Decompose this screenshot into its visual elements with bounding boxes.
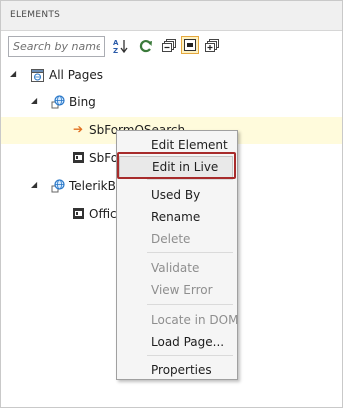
menu-item-label: Delete <box>151 232 191 246</box>
refresh-icon[interactable] <box>138 38 154 54</box>
element-icon <box>73 208 86 221</box>
pages-icon <box>31 69 44 82</box>
tree-label-element-office: Offic <box>89 207 117 221</box>
globe-icon <box>51 95 65 109</box>
menu-item-label: Rename <box>151 210 201 224</box>
menu-item-label: Edit in Live <box>152 160 219 174</box>
panel-header: ELEMENTS <box>1 1 342 31</box>
tree-node-all-pages[interactable]: ◢ All Pages <box>1 62 342 89</box>
arrow-right-icon: ➔ <box>73 122 84 136</box>
collapse-all-icon[interactable] <box>161 38 177 54</box>
menu-separator <box>147 304 233 305</box>
element-icon <box>73 152 86 165</box>
tree-label-all-pages: All Pages <box>49 68 103 82</box>
menu-separator <box>147 355 233 356</box>
toolbar: A Z <box>1 31 342 61</box>
menu-item-label: Used By <box>151 188 201 202</box>
menu-item-used-by[interactable]: Used By <box>117 184 237 206</box>
menu-item-label: Edit Element <box>151 138 228 152</box>
menu-item-label: Properties <box>151 363 212 377</box>
menu-item-edit-element[interactable]: Edit Element <box>117 134 237 156</box>
tree-label-bing: Bing <box>69 95 96 109</box>
globe-icon <box>51 179 65 193</box>
collapse-triangle-icon[interactable]: ◢ <box>10 69 16 78</box>
menu-item-properties[interactable]: Properties <box>117 359 237 381</box>
svg-text:A: A <box>113 39 119 47</box>
toggle-view-icon[interactable] <box>181 36 199 54</box>
tree-node-bing[interactable]: ◢ Bing <box>1 89 342 116</box>
collapse-triangle-icon[interactable]: ◢ <box>31 96 37 105</box>
tree-label-element: SbFo <box>89 151 119 165</box>
menu-separator <box>147 179 233 180</box>
menu-item-delete[interactable]: Delete <box>117 228 237 250</box>
menu-item-locate-in-dom[interactable]: Locate in DOM <box>117 309 239 331</box>
svg-text:Z: Z <box>113 47 118 54</box>
collapse-triangle-icon[interactable]: ◢ <box>31 180 37 189</box>
menu-item-load-page[interactable]: Load Page... <box>117 331 237 353</box>
menu-item-edit-in-live[interactable]: Edit in Live <box>119 156 233 178</box>
menu-item-label: Load Page... <box>151 335 225 349</box>
menu-item-validate[interactable]: Validate <box>117 257 237 279</box>
menu-item-view-error[interactable]: View Error <box>117 279 237 301</box>
panel-title: ELEMENTS <box>10 10 61 20</box>
menu-item-label: Locate in DOM <box>151 313 239 327</box>
menu-item-label: Validate <box>151 261 200 275</box>
menu-item-label: View Error <box>151 283 213 297</box>
sort-az-icon[interactable]: A Z <box>112 38 128 54</box>
search-input[interactable] <box>8 36 105 57</box>
menu-item-rename[interactable]: Rename <box>117 206 237 228</box>
menu-separator <box>147 252 233 253</box>
expand-all-icon[interactable] <box>204 38 220 54</box>
context-menu: Edit Element Edit in Live Used By Rename… <box>116 130 238 380</box>
